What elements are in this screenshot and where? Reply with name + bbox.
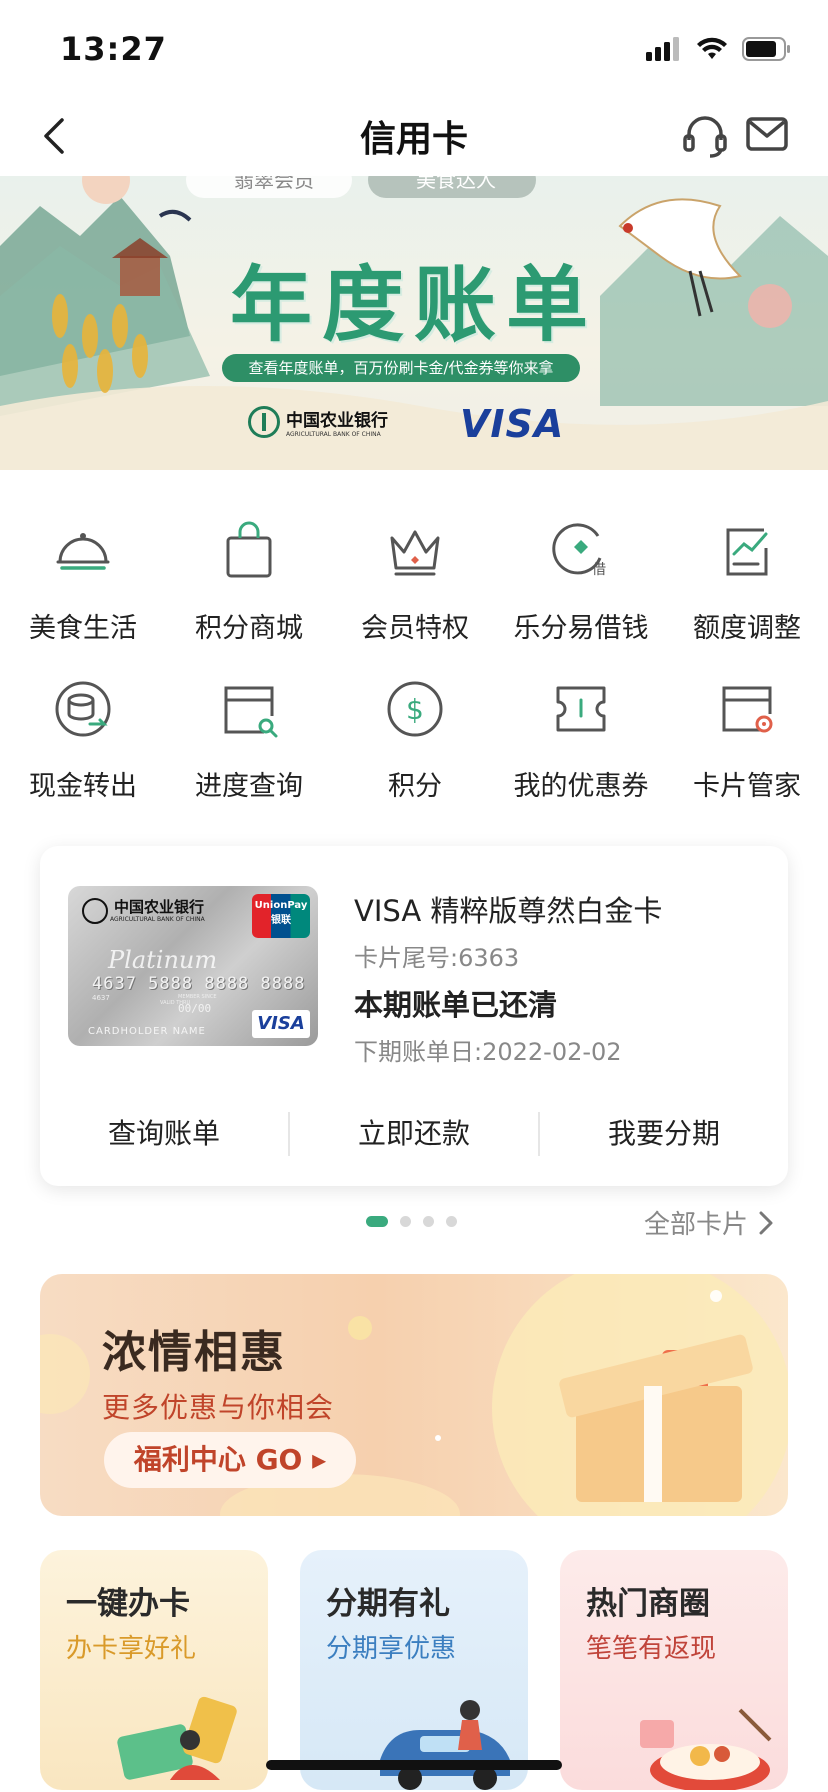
- grid-item-cash-transfer[interactable]: 现金转出: [0, 676, 166, 803]
- card-tail-number: 卡片尾号:6363: [354, 944, 520, 972]
- card-name: VISA 精粹版尊然白金卡: [354, 894, 663, 928]
- card-image[interactable]: 中国农业银行 AGRICULTURAL BANK OF CHINA UnionP…: [68, 886, 318, 1046]
- coupon-icon: [556, 686, 606, 732]
- abc-bank-name: 中国农业银行: [286, 411, 388, 431]
- status-bar: 13:27: [0, 0, 828, 96]
- grid-item-card-manager[interactable]: 卡片管家: [664, 676, 828, 803]
- hot-business-district-tile[interactable]: 热门商圈 笔笔有返现: [560, 1550, 788, 1790]
- coin-transfer-icon: [55, 681, 111, 737]
- grid-item-loan[interactable]: 借 乐分易借钱: [498, 518, 664, 645]
- installment-button[interactable]: 我要分期: [540, 1108, 788, 1160]
- svg-text:$: $: [406, 693, 424, 726]
- progress-search-icon: [224, 686, 278, 738]
- grid-item-points-mall[interactable]: 积分商城: [166, 518, 332, 645]
- card-image-holder: CARDHOLDER NAME: [88, 1026, 206, 1037]
- card-image-prefix: 4637: [92, 994, 110, 1002]
- loan-icon: 借: [552, 523, 606, 578]
- pager-dot[interactable]: [400, 1216, 411, 1227]
- wifi-icon: [697, 37, 727, 59]
- banner-subtitle: 查看年度账单，百万份刷卡金/代金券等你来拿: [222, 354, 580, 382]
- mini-card-subtitle: 笔笔有返现: [586, 1634, 717, 1664]
- grid-label: 现金转出: [29, 771, 137, 802]
- promo-title: 浓情相惠: [102, 1327, 286, 1378]
- abc-logo-icon: [82, 898, 108, 924]
- gift-ribbon: [644, 1386, 662, 1502]
- next-bill-date: 下期账单日:2022-02-02: [354, 1038, 622, 1066]
- grid-label: 额度调整: [693, 613, 801, 644]
- mini-card-title: 热门商圈: [586, 1586, 710, 1622]
- grid-label: 积分: [388, 771, 442, 802]
- cellular-signal-icon: [646, 37, 679, 61]
- card-settings-icon: [722, 686, 773, 733]
- grid-item-member-privileges[interactable]: 会员特权: [332, 518, 498, 645]
- credit-card-panel[interactable]: 中国农业银行 AGRICULTURAL BANK OF CHINA UnionP…: [40, 846, 788, 1186]
- abc-bank-name-en: AGRICULTURAL BANK OF CHINA: [286, 431, 381, 438]
- card-image-number: 4637 5888 8888 8888: [92, 974, 306, 994]
- mini-card-title: 一键办卡: [66, 1586, 190, 1622]
- card-image-expiry: 00/00: [178, 1002, 212, 1015]
- card-image-bank-name-en: AGRICULTURAL BANK OF CHINA: [110, 916, 205, 923]
- repay-now-button[interactable]: 立即还款: [290, 1108, 538, 1160]
- grid-item-coupons[interactable]: 我的优惠券: [498, 676, 664, 803]
- nav-bar: 信用卡: [0, 96, 828, 176]
- bill-status: 本期账单已还清: [354, 988, 558, 1022]
- all-cards-label: 全部卡片: [644, 1210, 749, 1240]
- abc-logo-icon: [248, 406, 280, 438]
- mail-icon[interactable]: [746, 114, 788, 154]
- chevron-right-icon: [759, 1211, 773, 1234]
- dollar-circle-icon: $: [387, 681, 443, 737]
- annual-bill-banner[interactable]: 翡翠会员 美食达人 年度账单 查看年度账单，百万份刷卡金/代金券等你来拿 中国农…: [0, 176, 828, 470]
- svg-text:借: 借: [592, 562, 606, 578]
- mini-card-title: 分期有礼: [326, 1586, 450, 1622]
- pager-dot[interactable]: [423, 1216, 434, 1227]
- food-badge-chip: 美食达人: [368, 176, 536, 198]
- status-time: 13:27: [60, 30, 167, 68]
- grid-label: 美食生活: [29, 613, 137, 644]
- unionpay-logo: UnionPay 银联: [252, 894, 310, 938]
- installment-gift-tile[interactable]: 分期有礼 分期享优惠: [300, 1550, 528, 1790]
- promo-banner[interactable]: 浓情相惠 更多优惠与你相会 福利中心 GO ▸: [40, 1274, 788, 1516]
- card-image-visa-logo: VISA: [252, 1010, 310, 1038]
- card-image-bank-name: 中国农业银行: [114, 898, 205, 916]
- car-illustration: [380, 1700, 510, 1790]
- pager-dot-active[interactable]: [366, 1216, 388, 1227]
- grid-item-progress-query[interactable]: 进度查询: [166, 676, 332, 803]
- customer-service-headset-icon[interactable]: [682, 112, 728, 158]
- grid-item-dining[interactable]: 美食生活: [0, 518, 166, 645]
- apply-card-tile[interactable]: 一键办卡 办卡享好礼: [40, 1550, 268, 1790]
- all-cards-link[interactable]: 全部卡片: [644, 1204, 774, 1241]
- promo-subtitle: 更多优惠与你相会: [102, 1391, 335, 1424]
- food-plate-illustration: [640, 1708, 772, 1790]
- grid-label: 积分商城: [195, 613, 303, 644]
- status-icons: [646, 36, 792, 62]
- banner-title: 年度账单: [229, 257, 598, 353]
- query-bill-button[interactable]: 查询账单: [40, 1108, 288, 1160]
- member-level-chip: 翡翠会员: [186, 176, 352, 198]
- shopping-bag-icon: [226, 521, 272, 578]
- cards-illustration: [117, 1696, 237, 1780]
- grid-label: 乐分易借钱: [513, 613, 649, 644]
- card-actions: 查询账单 立即还款 我要分期: [40, 1108, 788, 1160]
- mini-card-subtitle: 分期享优惠: [326, 1634, 457, 1664]
- grid-label: 进度查询: [195, 771, 303, 802]
- welfare-center-go-button[interactable]: 福利中心 GO ▸: [104, 1432, 356, 1488]
- pager-dot[interactable]: [446, 1216, 457, 1227]
- grid-label: 会员特权: [361, 613, 469, 644]
- grid-label: 卡片管家: [693, 771, 801, 802]
- battery-icon: [742, 37, 790, 61]
- card-image-member-label: MEMBER SINCE: [178, 994, 217, 1000]
- crown-icon: [390, 530, 440, 576]
- home-indicator[interactable]: [266, 1760, 562, 1770]
- abc-bank-logo: 中国农业银行 AGRICULTURAL BANK OF CHINA: [248, 406, 388, 438]
- mini-card-subtitle: 办卡享好礼: [66, 1634, 197, 1664]
- visa-logo: VISA: [460, 402, 565, 446]
- grid-item-credit-limit[interactable]: 额度调整: [664, 518, 828, 645]
- dining-cloche-icon: [56, 533, 110, 570]
- card-image-platinum: Platinum: [108, 946, 218, 974]
- chart-adjust-icon: [726, 528, 768, 576]
- grid-item-points[interactable]: $ 积分: [332, 676, 498, 803]
- card-pager: [366, 1216, 457, 1227]
- grid-label: 我的优惠券: [513, 771, 649, 802]
